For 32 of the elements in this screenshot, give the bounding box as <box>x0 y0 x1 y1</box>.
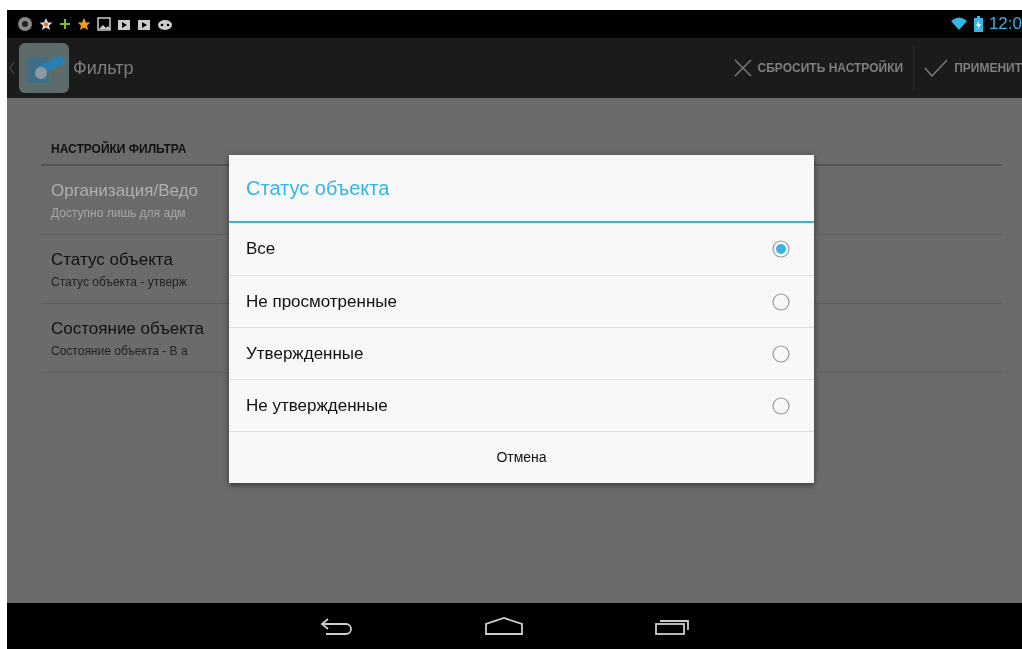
radio-button[interactable] <box>772 240 790 258</box>
setting-title[interactable]: Состояние объекта <box>51 316 204 342</box>
close-icon <box>733 59 752 77</box>
home-icon[interactable] <box>483 616 524 636</box>
star-icon <box>77 17 91 31</box>
play-bag-icon <box>137 17 151 31</box>
app-icon <box>19 43 69 93</box>
option-row[interactable]: Не утвержденные <box>229 379 814 431</box>
setting-summary: Состояние объекта - В а <box>51 342 188 360</box>
wifi-icon <box>949 17 968 31</box>
plus-icon <box>59 18 71 30</box>
apply-button[interactable]: ПРИМЕНИТ <box>914 38 1022 98</box>
option-row[interactable]: Не просмотренные <box>229 275 814 327</box>
dialog-title: Статус объекта <box>229 155 814 223</box>
star-icon <box>39 17 53 31</box>
play-bag-icon <box>117 17 131 31</box>
option-row[interactable]: Утвержденные <box>229 327 814 379</box>
radio-button[interactable] <box>772 344 790 363</box>
image-icon <box>97 17 111 31</box>
back-caret-icon <box>9 61 15 75</box>
reset-button[interactable]: СБРОСИТЬ НАСТРОЙКИ <box>723 38 914 98</box>
cancel-button[interactable]: Отмена <box>229 431 814 483</box>
checkmark-icon <box>924 59 949 77</box>
radio-button[interactable] <box>772 292 790 311</box>
setting-summary: Доступно лишь для адм <box>51 204 186 222</box>
setting-title[interactable]: Статус объекта <box>51 247 173 273</box>
setting-summary: Статус объекта - утверж <box>51 273 187 291</box>
screen-title: Фильтр <box>73 56 134 80</box>
radio-button[interactable] <box>772 396 790 415</box>
option-row[interactable]: Все <box>229 223 814 275</box>
battery-icon <box>973 16 983 32</box>
clock-time: 12:0 <box>988 13 1022 36</box>
